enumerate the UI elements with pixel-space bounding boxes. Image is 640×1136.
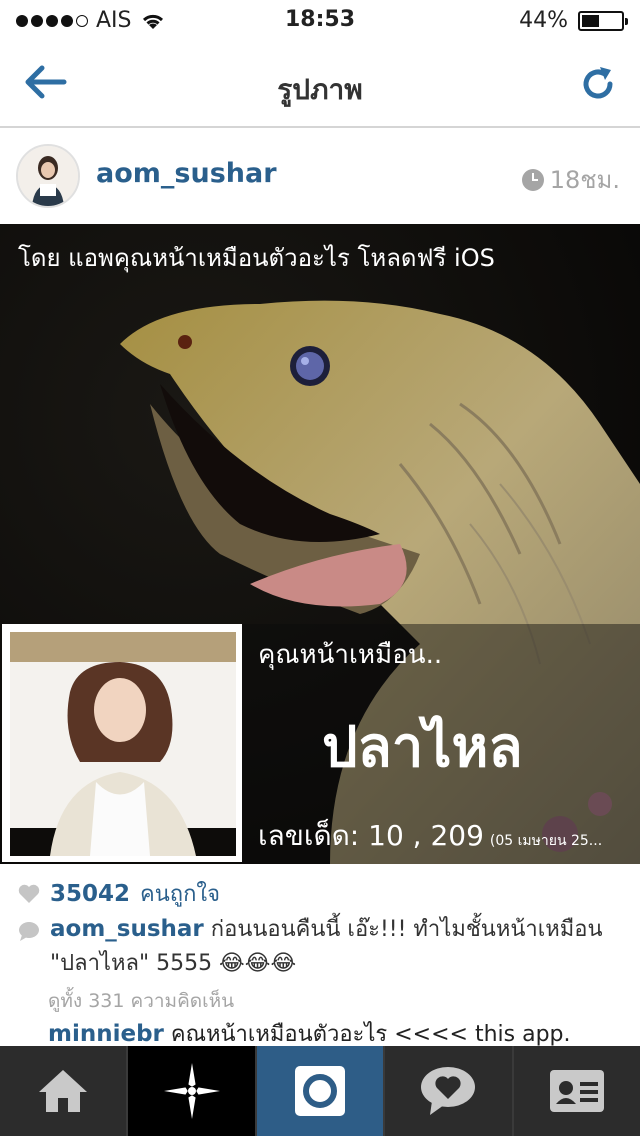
post-username[interactable]: aom_sushar <box>96 158 277 189</box>
view-all-prefix: ดูทั้ง <box>48 990 83 1012</box>
overlay-date: (05 เมษายน 25... <box>489 833 603 849</box>
image-caption: โดย แอพคุณหน้าเหมือนตัวอะไร โหลดฟรี iOS <box>18 244 495 272</box>
overlay-result: ปลาไหล <box>322 715 523 780</box>
profile-card-icon <box>549 1070 604 1112</box>
tab-profile[interactable] <box>514 1046 640 1136</box>
tab-activity[interactable] <box>385 1046 514 1136</box>
post-meta: 35042 คนถูกใจ aom_sushar ก่อนนอนคืนนี้ เ… <box>0 864 640 1046</box>
user-photo <box>10 632 236 856</box>
post-header: aom_sushar 18ชม. <box>0 130 640 224</box>
time-ago: 18ชม. <box>549 166 620 194</box>
caption-comment: aom_sushar ก่อนนอนคืนนี้ เอ๊ะ!!! ทำไมชั้… <box>18 912 628 981</box>
nav-bar: รูปภาพ <box>0 40 640 128</box>
battery-icon <box>578 10 628 31</box>
lucky-number-text: เลขเด็ด: 10 , 209 <box>258 819 484 852</box>
clock-icon <box>521 168 544 191</box>
comment-text: คณหน้าเหมือนตัวอะไร <<<< this app. <box>170 1022 571 1046</box>
tab-camera[interactable] <box>256 1046 386 1136</box>
comment-bubble-icon <box>19 922 39 941</box>
heart-icon <box>18 884 40 903</box>
caption-username[interactable]: aom_sushar <box>50 916 204 942</box>
status-bar: AIS 18:53 44% <box>0 0 640 40</box>
battery-percent: 44% <box>519 8 568 33</box>
comment-item: minniebr คณหน้าเหมือนตัวอะไร <<<< this a… <box>48 1016 571 1046</box>
activity-heart-icon <box>421 1067 476 1115</box>
camera-icon <box>295 1066 346 1116</box>
tab-home[interactable] <box>0 1046 129 1136</box>
user-photo-frame <box>2 624 242 862</box>
refresh-icon[interactable] <box>578 64 618 104</box>
explore-star-icon <box>163 1063 220 1119</box>
likes-label: คนถูกใจ <box>140 882 221 907</box>
post-timestamp: 18ชม. <box>521 160 620 199</box>
overlay-lucky-number: เลขเด็ด: 10 , 209 (05 เมษายน 25... <box>258 814 602 858</box>
view-all-suffix: ความคิดเห็น <box>130 990 235 1012</box>
page-title: รูปภาพ <box>277 73 363 106</box>
home-icon <box>39 1070 88 1112</box>
avatar[interactable] <box>16 144 80 208</box>
tab-bar <box>0 1046 640 1136</box>
battery-info: 44% <box>519 8 628 33</box>
likes-row[interactable]: 35042 คนถูกใจ <box>18 876 220 911</box>
battery-level <box>582 14 599 27</box>
overlay-subtitle: คุณหน้าเหมือน.. <box>258 640 443 670</box>
likes-count: 35042 <box>50 880 131 907</box>
post-image[interactable]: โดย แอพคุณหน้าเหมือนตัวอะไร โหลดฟรี iOS … <box>0 224 640 864</box>
view-all-count: 331 <box>88 990 125 1012</box>
comment-username[interactable]: minniebr <box>48 1021 164 1046</box>
tab-explore[interactable] <box>128 1046 257 1136</box>
view-all-comments-link[interactable]: ดูทั้ง 331 ความคิดเห็น <box>48 986 234 1016</box>
